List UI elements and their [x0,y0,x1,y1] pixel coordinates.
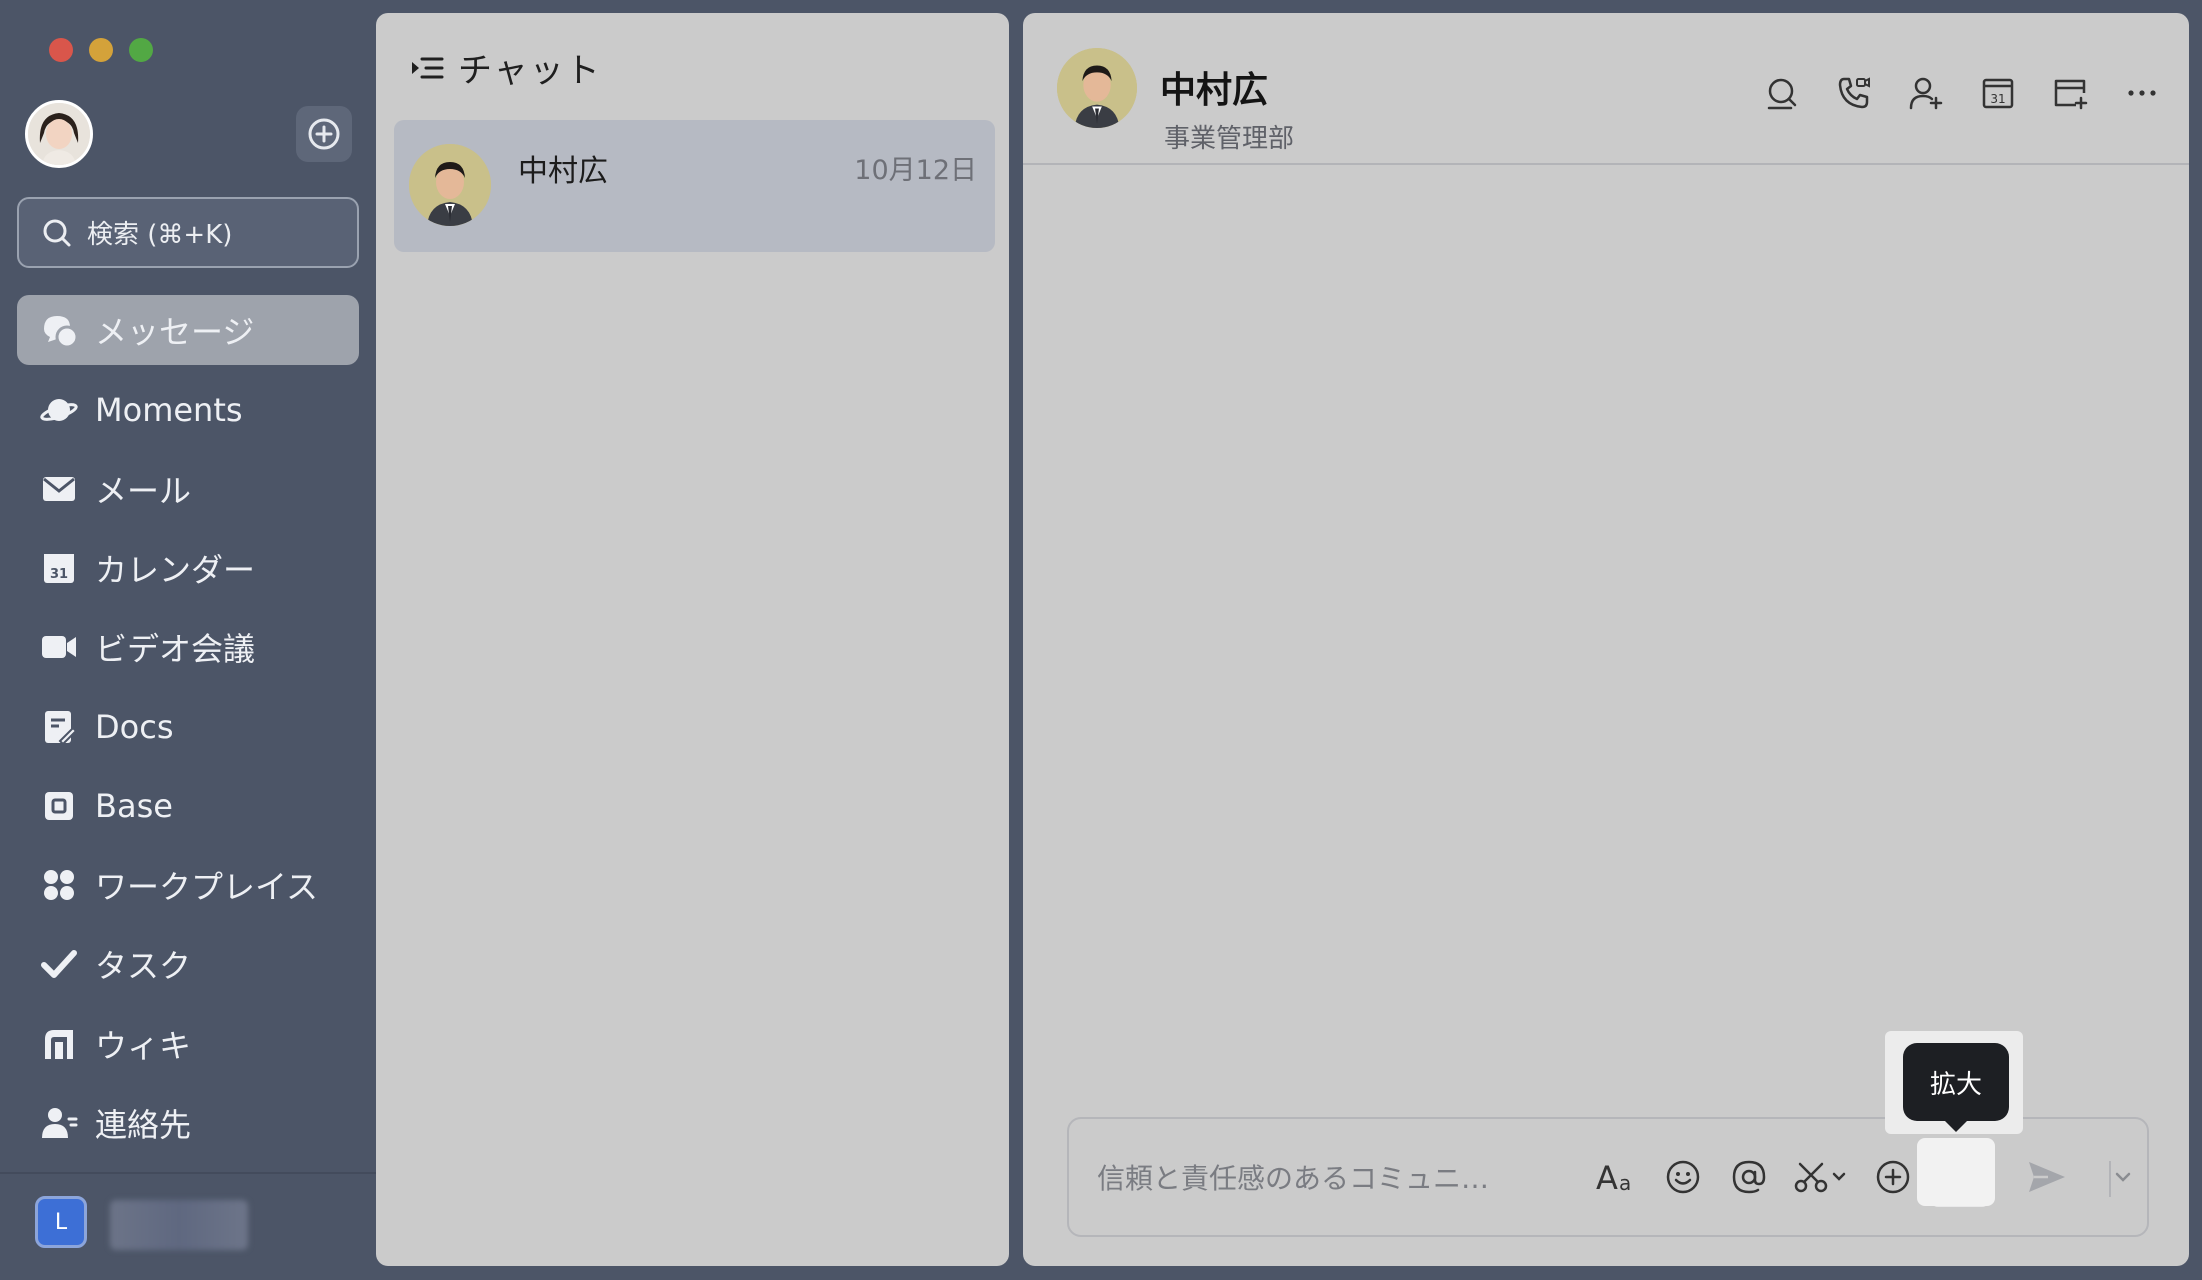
expand-button-highlight [1917,1138,1995,1206]
nav-label: ウィキ [95,1027,192,1065]
svg-text:A: A [1596,1159,1618,1195]
text-format-icon[interactable]: A a [1587,1147,1647,1207]
avatar [409,144,491,226]
nav-item-workplace[interactable]: ワークプレイス [17,850,359,920]
tooltip-arrow [1943,1119,1969,1132]
mention-icon[interactable] [1719,1147,1779,1207]
svg-text:31: 31 [1990,92,2005,106]
nav-label: ビデオ会議 [95,630,256,668]
calendar-icon[interactable]: 31 [1973,68,2023,118]
conversation-title: 中村広 [1160,70,1269,111]
sidebar: 検索 (⌘+K) メッセージ Moments メール 31 カレンダー ビデオ会… [0,0,376,1280]
nav-label: カレンダー [95,551,256,589]
screenshot-scissors-icon[interactable] [1785,1147,1857,1207]
conversation-header-actions: 31 [1735,68,2167,118]
nav-label: メール [95,472,192,510]
emoji-icon[interactable] [1653,1147,1713,1207]
search-icon [43,219,71,246]
workspace-switcher[interactable]: L [35,1196,87,1248]
nav-label: Docs [95,708,174,746]
chat-date: 10月12日 [854,155,977,186]
chat-list-header: チャット [410,43,602,92]
conversation-subtitle: 事業管理部 [1164,124,1295,154]
nav-label: メッセージ [95,313,255,351]
expand-tooltip: 拡大 [1903,1043,2009,1121]
chat-list-title: チャット [458,51,602,91]
nav-item-mail[interactable]: メール [17,454,359,524]
search-chat-icon[interactable] [1757,68,1807,118]
send-options-chevron-icon[interactable] [2103,1147,2143,1207]
nav-item-wiki[interactable]: ウィキ [17,1009,359,1079]
chat-name: 中村広 [518,154,608,189]
add-member-icon[interactable] [1901,68,1951,118]
nav-item-moments[interactable]: Moments [17,375,359,445]
window-zoom-button[interactable] [129,38,153,62]
nav-label: 連絡先 [95,1106,192,1144]
chat-bubbles-icon [39,310,79,350]
wiki-icon [39,1024,79,1064]
nav-item-contacts[interactable]: 連絡先 [17,1088,359,1158]
docs-icon [39,707,79,747]
chat-list-item[interactable]: 中村広 10月12日 [394,120,995,252]
mail-icon [39,469,79,509]
window-minimize-button[interactable] [89,38,113,62]
svg-text:a: a [1619,1171,1631,1195]
sidebar-divider [0,1172,376,1174]
search-placeholder: 検索 (⌘+K) [87,220,233,250]
add-tab-icon[interactable] [2045,68,2095,118]
chat-list-panel: チャット 中村広 10月12日 [376,13,1009,1266]
window-close-button[interactable] [49,38,73,62]
profile-avatar[interactable] [25,100,93,168]
message-input[interactable]: 信頼と責任感のあるコミュニ… [1097,1157,1489,1197]
call-icon[interactable] [1829,68,1879,118]
base-icon [39,786,79,826]
workplace-grid-icon [39,865,79,905]
more-options-icon[interactable] [2117,68,2167,118]
planet-icon [39,390,79,430]
nav-item-calendar[interactable]: 31 カレンダー [17,533,359,603]
collapse-menu-icon[interactable] [410,51,444,85]
svg-text:31: 31 [50,567,68,582]
nav-item-base[interactable]: Base [17,771,359,841]
plus-circle-icon [308,118,340,150]
video-camera-icon [39,627,79,667]
avatar[interactable] [1057,48,1137,128]
send-icon[interactable] [2017,1147,2077,1207]
task-check-icon [39,944,79,984]
calendar-icon: 31 [39,548,79,588]
nav-item-messages[interactable]: メッセージ [17,295,359,365]
nav-label: ワークプレイス [95,868,319,906]
nav-label: タスク [95,947,192,985]
nav-item-video-meeting[interactable]: ビデオ会議 [17,612,359,682]
create-button[interactable] [296,106,352,162]
add-attachment-icon[interactable] [1863,1147,1923,1207]
nav-label: Moments [95,391,243,429]
header-divider [1023,163,2189,165]
contacts-icon [39,1103,79,1143]
workspace-name-redacted [110,1200,248,1250]
nav-item-tasks[interactable]: タスク [17,929,359,999]
nav-item-docs[interactable]: Docs [17,692,359,762]
nav-label: Base [95,787,173,825]
search-box[interactable]: 検索 (⌘+K) [17,197,359,268]
